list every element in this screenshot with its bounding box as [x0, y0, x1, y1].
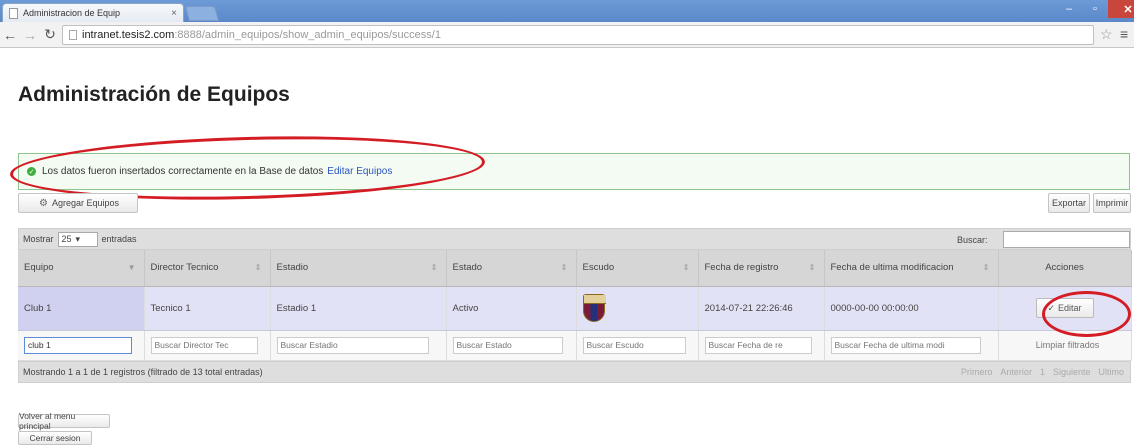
maximize-icon[interactable]: ▫	[1082, 0, 1108, 18]
filter-cell	[824, 330, 999, 361]
pager-last[interactable]: Ultimo	[1098, 367, 1124, 377]
cell-estado: Activo	[446, 286, 577, 331]
filter-cell	[144, 330, 271, 361]
sort-icon: ⇕	[808, 263, 816, 272]
pager-previous[interactable]: Anterior	[1000, 367, 1032, 377]
filter-registro-input[interactable]	[704, 336, 812, 354]
pager-next[interactable]: Siguiente	[1053, 367, 1091, 377]
cell-estadio: Estadio 1	[270, 286, 447, 331]
browser-toolbar: ← → ↻ intranet.tesis2.com :8888/admin_eq…	[0, 22, 1134, 48]
back-to-menu-button[interactable]: Volver al menu principal	[18, 411, 110, 431]
cell-equipo: Club 1	[18, 286, 145, 331]
table-top-controls: Mostrar 25 ▾ entradas Buscar:	[18, 228, 1131, 250]
header-label: Director Tecnico	[150, 262, 219, 274]
filter-modificacion-input[interactable]	[830, 336, 981, 354]
filter-estadio-input[interactable]	[276, 336, 429, 354]
add-team-label: Agregar Equipos	[51, 198, 119, 208]
pager-first[interactable]: Primero	[961, 367, 993, 377]
add-team-button[interactable]: ⚙ Agregar Equipos	[18, 193, 138, 213]
header-fecha-registro[interactable]: Fecha de registro ⇕	[698, 250, 825, 287]
filter-row: Limpiar filtrados	[18, 330, 1132, 361]
hamburger-menu-icon[interactable]: ≡	[1120, 26, 1128, 42]
filter-cell	[270, 330, 447, 361]
search-label: Buscar:	[957, 235, 988, 245]
pager-page-1[interactable]: 1	[1040, 367, 1045, 377]
page-size-select[interactable]: 25 ▾	[57, 231, 98, 247]
minimize-icon[interactable]: –	[1056, 0, 1082, 18]
export-button[interactable]: Exportar	[1048, 193, 1090, 213]
table-info-bar: Mostrando 1 a 1 de 1 registros (filtrado…	[18, 360, 1131, 383]
page-icon	[9, 7, 18, 19]
cell-fecha-registro: 2014-07-21 22:26:46	[698, 286, 825, 331]
cell-escudo	[576, 286, 699, 331]
filter-cell: Limpiar filtrados	[998, 330, 1132, 361]
dropdown-arrow-icon: ▾	[75, 233, 81, 244]
header-label: Equipo	[24, 262, 54, 274]
filter-escudo-input[interactable]	[582, 336, 686, 354]
header-escudo[interactable]: Escudo ⇕	[576, 250, 699, 287]
page-title: Administración de Equipos	[18, 83, 290, 106]
header-fecha-modificacion[interactable]: Fecha de ultima modificacion ⇕	[824, 250, 999, 287]
new-tab-button[interactable]	[184, 6, 220, 21]
page-icon	[69, 30, 77, 40]
cell-fecha-modificacion: 0000-00-00 00:00:00	[824, 286, 999, 331]
header-estado[interactable]: Estado ⇕	[446, 250, 577, 287]
clear-filters-button[interactable]: Limpiar filtrados	[1005, 340, 1131, 350]
pagination: Primero Anterior 1 Siguiente Ultimo	[961, 367, 1124, 377]
header-label: Fecha de registro	[704, 262, 779, 274]
show-label: Mostrar	[23, 234, 54, 244]
header-label: Escudo	[582, 262, 615, 274]
reload-icon[interactable]: ↻	[40, 26, 60, 43]
back-arrow-icon[interactable]: ←	[0, 27, 20, 43]
sort-icon: ⇕	[560, 263, 568, 272]
page-size-value: 25	[61, 234, 72, 244]
table-row: Club 1 Tecnico 1 Estadio 1 Activo 2014-0…	[18, 286, 1132, 331]
filter-cell	[446, 330, 577, 361]
cell-director: Tecnico 1	[144, 286, 271, 331]
teams-table: Equipo ▼ Director Tecnico ⇕ Estadio ⇕ Estad…	[18, 250, 1132, 361]
tab-title: Administracion de Equip	[23, 8, 121, 18]
logout-button[interactable]: Cerrar sesion	[18, 431, 92, 445]
url-host: intranet.tesis2.com	[82, 29, 175, 41]
annotation-circle	[1042, 291, 1131, 337]
table-header-row: Equipo ▼ Director Tecnico ⇕ Estadio ⇕ Estad…	[18, 250, 1132, 287]
forward-arrow-icon[interactable]: →	[20, 27, 40, 43]
tab-close-icon[interactable]: ×	[171, 8, 183, 19]
url-path: :8888/admin_equipos/show_admin_equipos/s…	[174, 29, 441, 41]
header-label: Estado	[452, 262, 483, 274]
browser-titlebar: Administracion de Equip × – ▫ ✕	[0, 0, 1134, 22]
address-bar[interactable]: intranet.tesis2.com :8888/admin_equipos/…	[62, 25, 1094, 45]
filter-equipo-input[interactable]	[24, 336, 132, 354]
filter-cell	[576, 330, 699, 361]
filter-cell	[698, 330, 825, 361]
gear-icon: ⚙	[38, 197, 48, 209]
table-info-text: Mostrando 1 a 1 de 1 registros (filtrado…	[23, 366, 263, 377]
header-acciones: Acciones	[998, 250, 1132, 287]
filter-director-input[interactable]	[150, 336, 258, 354]
sort-icon: ⇕	[254, 263, 262, 272]
header-equipo[interactable]: Equipo ▼	[18, 250, 145, 287]
teams-table-wrapper: Mostrar 25 ▾ entradas Buscar: Equipo ▼ Di…	[18, 228, 1132, 383]
header-label: Acciones	[1045, 262, 1084, 274]
header-label: Estadio	[276, 262, 309, 274]
sort-icon: ⇕	[430, 263, 438, 272]
browser-tab[interactable]: Administracion de Equip ×	[2, 3, 184, 22]
header-estadio[interactable]: Estadio ⇕	[270, 250, 447, 287]
sort-icon: ⇕	[982, 263, 990, 272]
window-close-icon[interactable]: ✕	[1108, 0, 1134, 18]
header-label: Fecha de ultima modificacion	[830, 262, 954, 274]
window-controls: – ▫ ✕	[1056, 0, 1134, 18]
bookmark-star-icon[interactable]: ☆	[1100, 26, 1113, 43]
sort-icon: ▼	[127, 263, 136, 272]
header-director[interactable]: Director Tecnico ⇕	[144, 250, 271, 287]
search-input[interactable]	[1003, 231, 1130, 248]
sort-icon: ⇕	[682, 263, 690, 272]
filter-cell	[18, 330, 145, 361]
filter-estado-input[interactable]	[452, 336, 564, 354]
team-crest-image	[582, 294, 606, 322]
entries-label: entradas	[101, 234, 137, 244]
print-button[interactable]: Imprimir	[1093, 193, 1131, 213]
